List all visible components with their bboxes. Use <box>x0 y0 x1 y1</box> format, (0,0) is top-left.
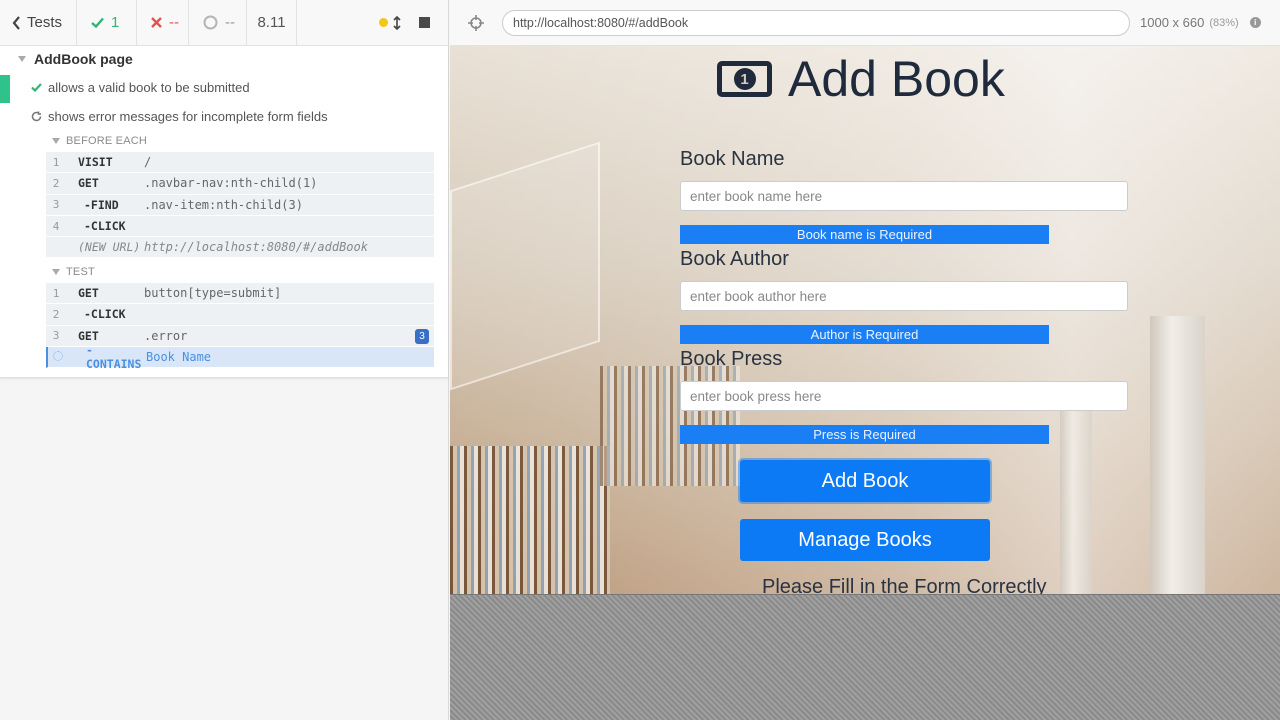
book-name-input[interactable]: enter book name here <box>680 181 1128 211</box>
book-name-error: Book name is Required <box>680 225 1049 244</box>
aut-iframe: 1 Add Book Book Name enter book name her… <box>450 46 1280 594</box>
book-press-error: Press is Required <box>680 425 1049 444</box>
failed-count[interactable]: -- <box>137 0 189 46</box>
url-bar[interactable]: http://localhost:8080/#/addBook <box>502 9 1130 36</box>
caret-down-icon <box>52 269 60 275</box>
refresh-icon <box>31 111 42 122</box>
pending-value: -- <box>225 14 235 31</box>
test-item-passed[interactable]: allows a valid book to be submitted <box>31 80 250 95</box>
test-title: shows error messages for incomplete form… <box>48 109 328 124</box>
test-title: allows a valid book to be submitted <box>48 80 250 95</box>
test-reporter: Tests 1 -- -- 8.11 AddBook page allows a… <box>0 0 449 720</box>
tests-button[interactable]: Tests <box>0 0 77 46</box>
command-row[interactable]: 2 -CLICK <box>46 304 434 326</box>
auto-scroll-toggle[interactable] <box>379 15 401 30</box>
info-icon: i <box>1249 17 1261 28</box>
command-row[interactable]: 2 GET .navbar-nav:nth-child(1) <box>46 173 434 195</box>
spinner-icon <box>53 350 63 361</box>
scroll-arrows-icon <box>393 15 401 30</box>
book-press-input[interactable]: enter book press here <box>680 381 1128 411</box>
viewport-scale: (83%) <box>1209 16 1239 29</box>
cross-icon <box>151 17 162 28</box>
command-row[interactable]: 1 VISIT / <box>46 152 434 174</box>
element-count-badge: 3 <box>415 328 429 344</box>
manage-books-button[interactable]: Manage Books <box>740 519 990 561</box>
viewport-info[interactable]: 1000 x 660 (83%) i <box>1140 15 1261 30</box>
book-author-input[interactable]: enter book author here <box>680 281 1128 311</box>
add-book-button[interactable]: Add Book <box>740 460 990 502</box>
command-row-active[interactable]: -CONTAINS Book Name <box>46 343 434 371</box>
background-pillar <box>1150 316 1205 594</box>
command-row[interactable]: 3 -FIND .nav-item:nth-child(3) <box>46 195 434 216</box>
viewport-size: 1000 x 660 <box>1140 15 1205 30</box>
aut-header: http://localhost:8080/#/addBook 1000 x 6… <box>450 0 1280 46</box>
test-commands: 1 GET button[type=submit] 2 -CLICK 3 GET… <box>46 283 434 371</box>
passed-indicator <box>0 75 10 103</box>
book-author-label: Book Author <box>680 248 789 270</box>
before-each-hook-title[interactable]: BEFORE EACH <box>52 135 147 147</box>
duration: 8.11 <box>247 0 297 46</box>
check-icon <box>31 83 42 92</box>
command-row[interactable]: 4 -CLICK <box>46 216 434 238</box>
background-pillar <box>1060 386 1092 594</box>
tests-label: Tests <box>27 14 63 31</box>
new-url-row[interactable]: (NEW URL) http://localhost:8080/#/addBoo… <box>46 237 434 259</box>
failed-value: -- <box>169 14 179 31</box>
passed-value: 1 <box>111 14 120 31</box>
money-bill-icon: 1 <box>717 61 772 97</box>
crosshair-icon <box>468 14 484 31</box>
check-icon <box>91 17 104 28</box>
background-bookshelf <box>450 446 610 594</box>
page-title-text: Add Book <box>788 51 1005 107</box>
test-item-running[interactable]: shows error messages for incomplete form… <box>31 109 328 124</box>
suite-title[interactable]: AddBook page <box>18 51 133 67</box>
background-railing <box>450 141 600 391</box>
pending-count[interactable]: -- <box>189 0 247 46</box>
command-row[interactable]: 1 GET button[type=submit] <box>46 283 434 305</box>
running-indicator-icon <box>379 18 388 27</box>
page-title: 1 Add Book <box>717 50 1005 108</box>
book-author-error: Author is Required <box>680 325 1049 344</box>
caret-down-icon <box>18 56 26 62</box>
book-name-label: Book Name <box>680 148 785 170</box>
form-message: Please Fill in the Form Correctly <box>762 576 1047 594</box>
caret-down-icon <box>52 138 60 144</box>
passed-count[interactable]: 1 <box>77 0 137 46</box>
stop-icon[interactable] <box>419 17 430 28</box>
app-under-test: http://localhost:8080/#/addBook 1000 x 6… <box>450 0 1280 720</box>
circle-pending-icon <box>203 15 218 30</box>
before-each-commands: 1 VISIT / 2 GET .navbar-nav:nth-child(1)… <box>46 152 434 259</box>
book-press-label: Book Press <box>680 348 783 370</box>
selector-playground-button[interactable] <box>450 14 502 31</box>
suite-title-text: AddBook page <box>34 51 133 67</box>
reporter-header: Tests 1 -- -- 8.11 <box>0 0 448 46</box>
header-controls <box>297 0 448 46</box>
chevron-left-icon <box>12 15 20 30</box>
runnables: AddBook page allows a valid book to be s… <box>0 46 448 378</box>
test-hook-title[interactable]: TEST <box>52 266 95 278</box>
viewport-overflow-area <box>450 594 1280 720</box>
